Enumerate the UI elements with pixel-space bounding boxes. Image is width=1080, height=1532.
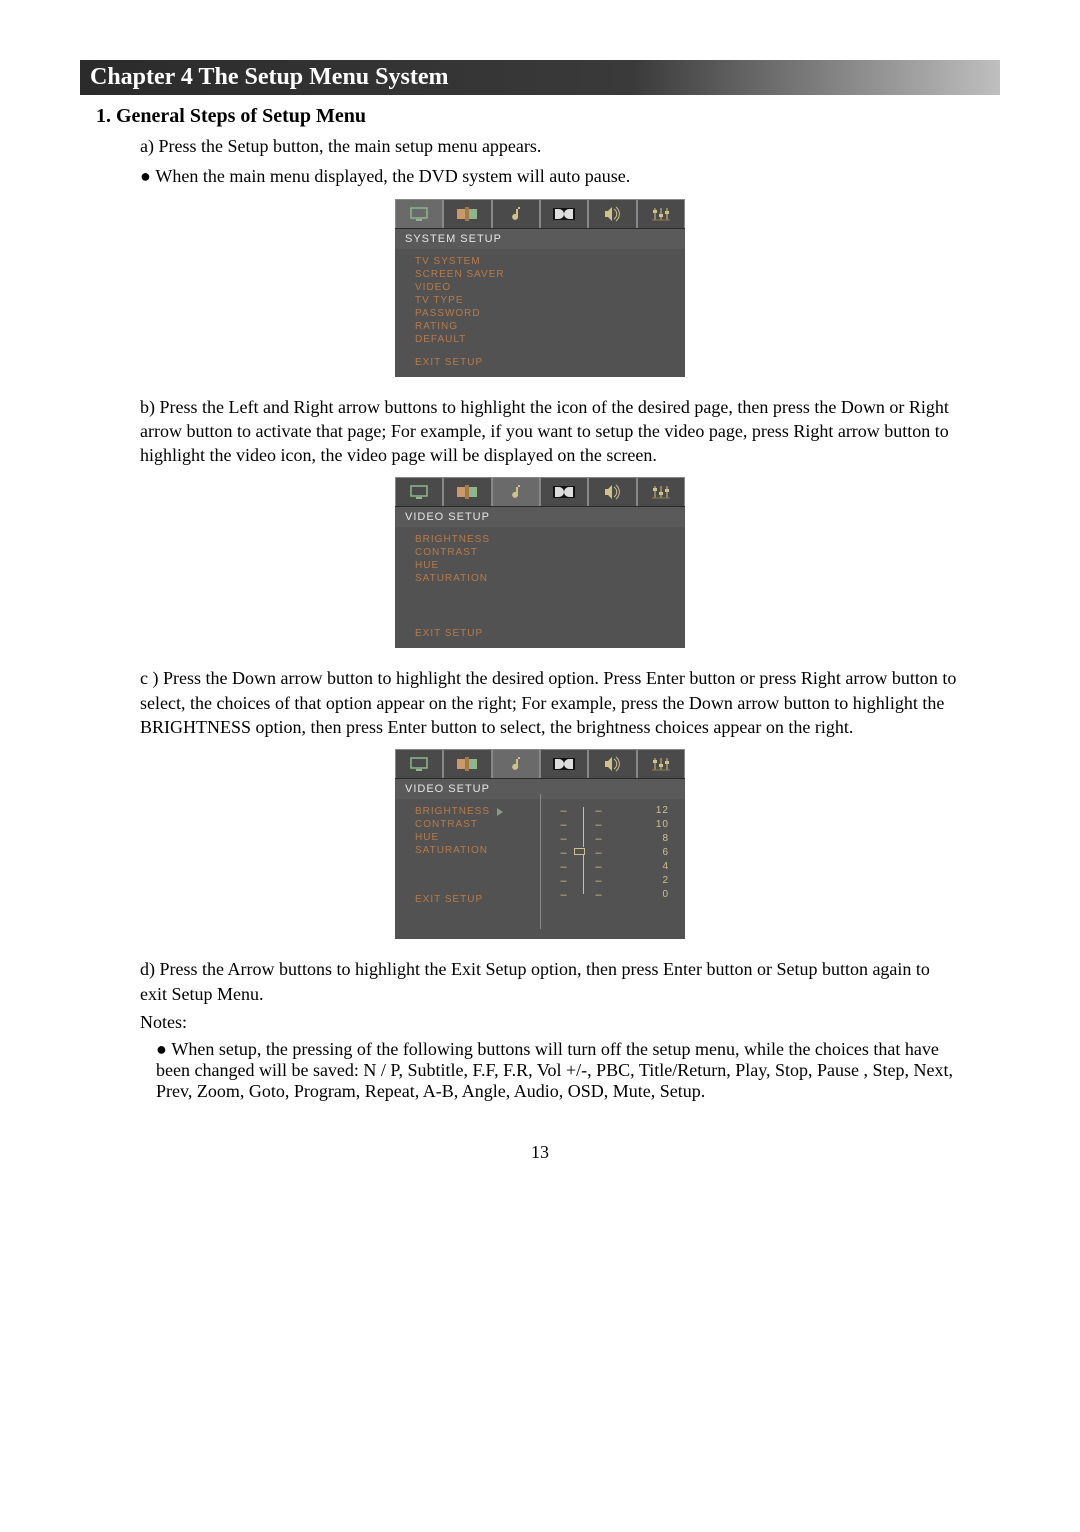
language-icon xyxy=(443,199,491,228)
equalizer-icon xyxy=(637,477,685,506)
monitor-icon xyxy=(395,199,443,228)
menu-item: CONTRAST xyxy=(415,546,669,559)
dolby-icon xyxy=(540,477,588,506)
menu-item: CONTRAST xyxy=(415,818,535,831)
setup-list: BRIGHTNESS CONTRAST HUE SATURATION EXIT … xyxy=(395,799,551,914)
step-c: c ) Press the Down arrow button to highl… xyxy=(140,666,960,739)
note-icon xyxy=(492,477,540,506)
menu-item: PASSWORD xyxy=(415,307,669,320)
notes-label: Notes: xyxy=(140,1012,1000,1033)
dolby-icon xyxy=(540,749,588,778)
setup-list: TV SYSTEM SCREEN SAVER VIDEO TV TYPE PAS… xyxy=(395,249,685,377)
setup-tabs xyxy=(395,477,685,507)
scale-minus-col: ––––––– xyxy=(595,804,603,902)
page-number: 13 xyxy=(80,1142,1000,1163)
scale-values: 12 10 8 6 4 2 0 xyxy=(649,804,669,902)
menu-item: TV TYPE xyxy=(415,294,669,307)
notes-bullet: ● When setup, the pressing of the follow… xyxy=(156,1039,960,1102)
menu-item: HUE xyxy=(415,831,535,844)
setup-list: BRIGHTNESS CONTRAST HUE SATURATION EXIT … xyxy=(395,527,685,648)
monitor-icon xyxy=(395,749,443,778)
setup-screenshot-system: SYSTEM SETUP TV SYSTEM SCREEN SAVER VIDE… xyxy=(395,199,685,377)
step-a-bullet: ● When the main menu displayed, the DVD … xyxy=(140,164,960,188)
setup-header: SYSTEM SETUP xyxy=(395,229,685,249)
section-title: 1. General Steps of Setup Menu xyxy=(96,105,1000,128)
exit-setup: EXIT SETUP xyxy=(415,627,669,640)
speaker-icon xyxy=(588,749,636,778)
menu-item: VIDEO xyxy=(415,281,669,294)
step-b: b) Press the Left and Right arrow button… xyxy=(140,395,960,468)
menu-item: RATING xyxy=(415,320,669,333)
exit-setup: EXIT SETUP xyxy=(415,893,535,906)
menu-item-selected: BRIGHTNESS xyxy=(415,805,535,818)
equalizer-icon xyxy=(637,749,685,778)
scale-stem-bottom xyxy=(583,854,584,894)
menu-item: SCREEN SAVER xyxy=(415,268,669,281)
menu-item: TV SYSTEM xyxy=(415,255,669,268)
speaker-icon xyxy=(588,477,636,506)
scale-stem-top xyxy=(583,807,584,847)
menu-item: DEFAULT xyxy=(415,333,669,346)
chapter-title: Chapter 4 The Setup Menu System xyxy=(80,60,1000,95)
monitor-icon xyxy=(395,477,443,506)
speaker-icon xyxy=(588,199,636,228)
setup-tabs xyxy=(395,749,685,779)
setup-screenshot-brightness: VIDEO SETUP BRIGHTNESS CONTRAST HUE SATU… xyxy=(395,749,685,939)
menu-item: SATURATION xyxy=(415,572,669,585)
chevron-right-icon xyxy=(496,808,504,816)
setup-tabs xyxy=(395,199,685,229)
menu-item: BRIGHTNESS xyxy=(415,533,669,546)
step-a: a) Press the Setup button, the main setu… xyxy=(140,134,960,158)
setup-header: VIDEO SETUP xyxy=(395,507,685,527)
language-icon xyxy=(443,749,491,778)
divider xyxy=(540,794,541,929)
scale-minus-col: ––––––– xyxy=(560,804,568,902)
step-d: d) Press the Arrow buttons to highlight … xyxy=(140,957,960,1006)
note-icon xyxy=(492,749,540,778)
language-icon xyxy=(443,477,491,506)
dolby-icon xyxy=(540,199,588,228)
menu-item: SATURATION xyxy=(415,844,535,857)
exit-setup: EXIT SETUP xyxy=(415,356,669,369)
equalizer-icon xyxy=(637,199,685,228)
note-icon xyxy=(492,199,540,228)
setup-screenshot-video: VIDEO SETUP BRIGHTNESS CONTRAST HUE SATU… xyxy=(395,477,685,648)
menu-item: HUE xyxy=(415,559,669,572)
